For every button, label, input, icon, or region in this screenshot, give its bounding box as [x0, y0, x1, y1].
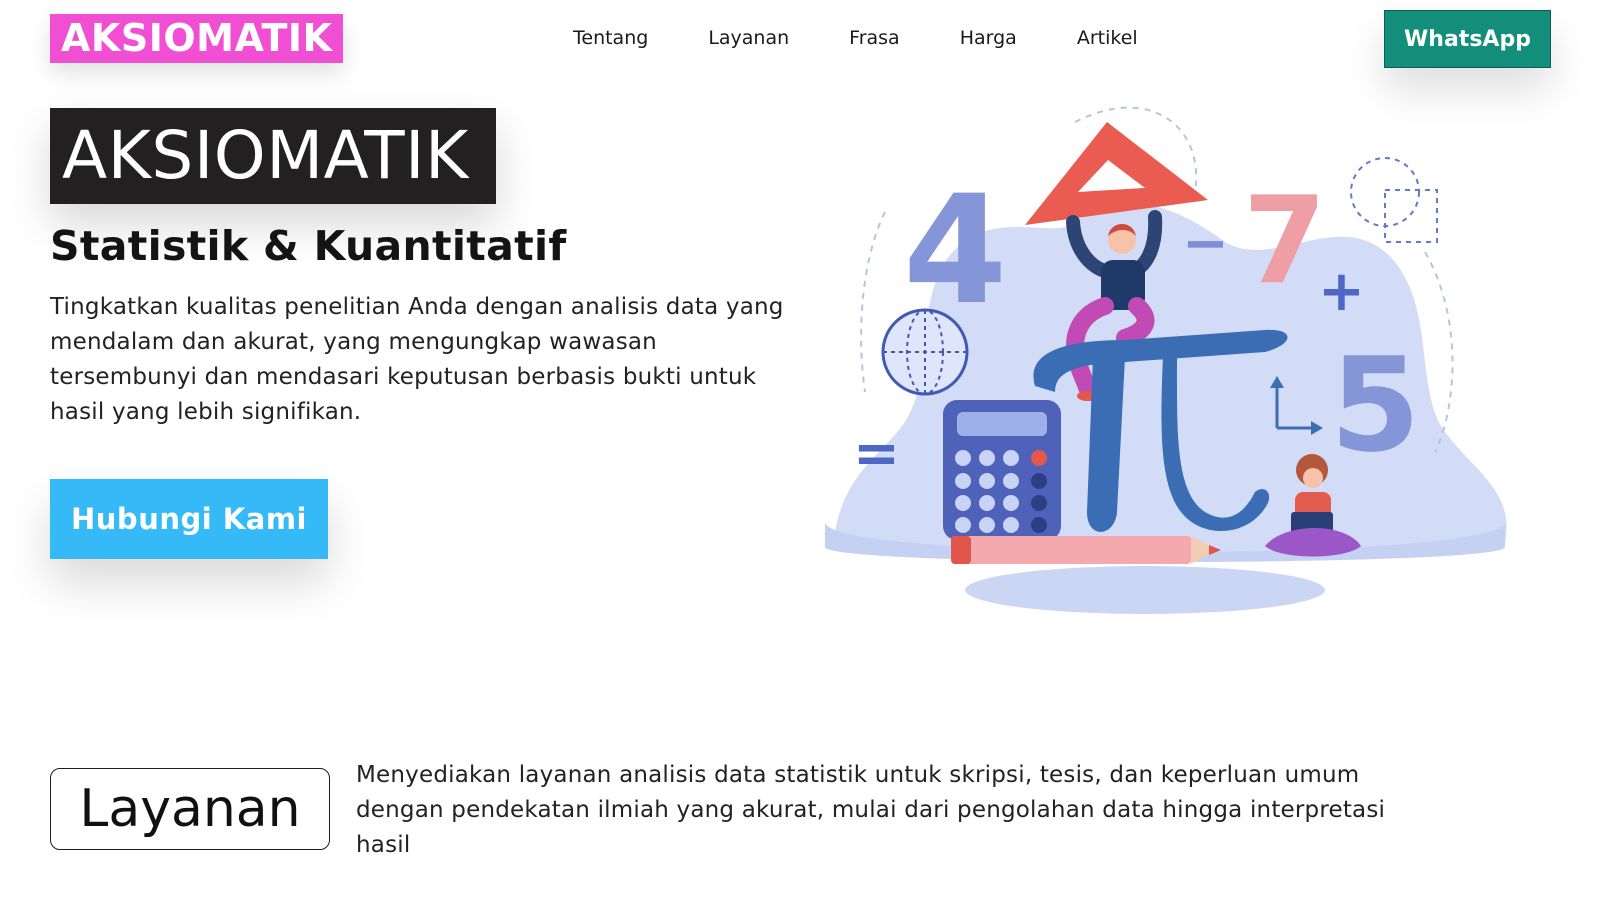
math-illustration: 4 7 5 − + =: [825, 106, 1507, 614]
whatsapp-button[interactable]: WhatsApp: [1384, 10, 1551, 68]
plus-symbol: +: [1318, 259, 1365, 324]
contact-us-button[interactable]: Hubungi Kami: [50, 479, 328, 559]
section-label-layanan: Layanan: [50, 768, 330, 850]
nav-link-frasa[interactable]: Frasa: [819, 26, 930, 50]
brand-logo[interactable]: AKSIOMATIK: [50, 14, 344, 63]
nav-link-harga[interactable]: Harga: [930, 26, 1047, 50]
triangle-ruler-icon: [1025, 122, 1208, 225]
pencil-icon: [951, 536, 1221, 564]
nav-link-layanan[interactable]: Layanan: [678, 26, 819, 50]
services-description: Menyediakan layanan analisis data statis…: [356, 762, 1386, 858]
hero-subtitle: Statistik & Kuantitatif: [50, 222, 567, 270]
digit-five: 5: [1330, 329, 1420, 481]
hero-description: Tingkatkan kualitas penelitian Anda deng…: [50, 294, 784, 425]
nav-link-tentang[interactable]: Tentang: [573, 26, 678, 50]
globe-icon: [881, 308, 969, 396]
nav-link-artikel[interactable]: Artikel: [1047, 26, 1168, 50]
minus-symbol: −: [1182, 211, 1229, 276]
digit-seven: 7: [1243, 172, 1327, 311]
dashed-shapes-icon: [1350, 157, 1438, 243]
main-nav: Tentang Layanan Frasa Harga Artikel: [573, 26, 1168, 50]
hero-title: AKSIOMATIK: [50, 108, 496, 204]
equals-symbol: =: [853, 421, 900, 486]
calculator-icon: [943, 400, 1061, 540]
